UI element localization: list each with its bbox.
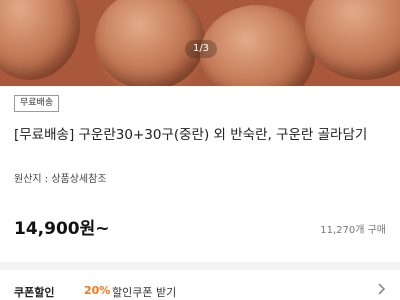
product-title: [무료배송] 구운란30+30구(중란) 외 반숙란, 구운란 골라담기 <box>14 127 368 143</box>
egg-image-part <box>305 0 400 80</box>
coupon-label: 쿠폰할인 <box>14 286 55 299</box>
coupon-row[interactable]: 쿠폰할인 20% 할인쿠폰 받기 <box>0 270 400 300</box>
product-price: 14,900원~ <box>14 219 110 239</box>
product-image-carousel[interactable]: 1/3 <box>0 0 400 86</box>
coupon-get-link[interactable]: 할인쿠폰 받기 <box>112 284 176 300</box>
section-divider <box>0 262 400 270</box>
coupon-rate: 20% <box>84 284 111 297</box>
free-shipping-badge: 무료배송 <box>14 95 60 112</box>
egg-image-part <box>200 5 315 86</box>
image-pager-indicator: 1/3 <box>185 40 217 58</box>
purchase-count: 11,270개 구매 <box>320 225 386 236</box>
product-origin: 원산지 : 상품상세참조 <box>14 174 107 185</box>
egg-image-part <box>0 0 80 80</box>
chevron-right-icon[interactable] <box>374 282 388 296</box>
